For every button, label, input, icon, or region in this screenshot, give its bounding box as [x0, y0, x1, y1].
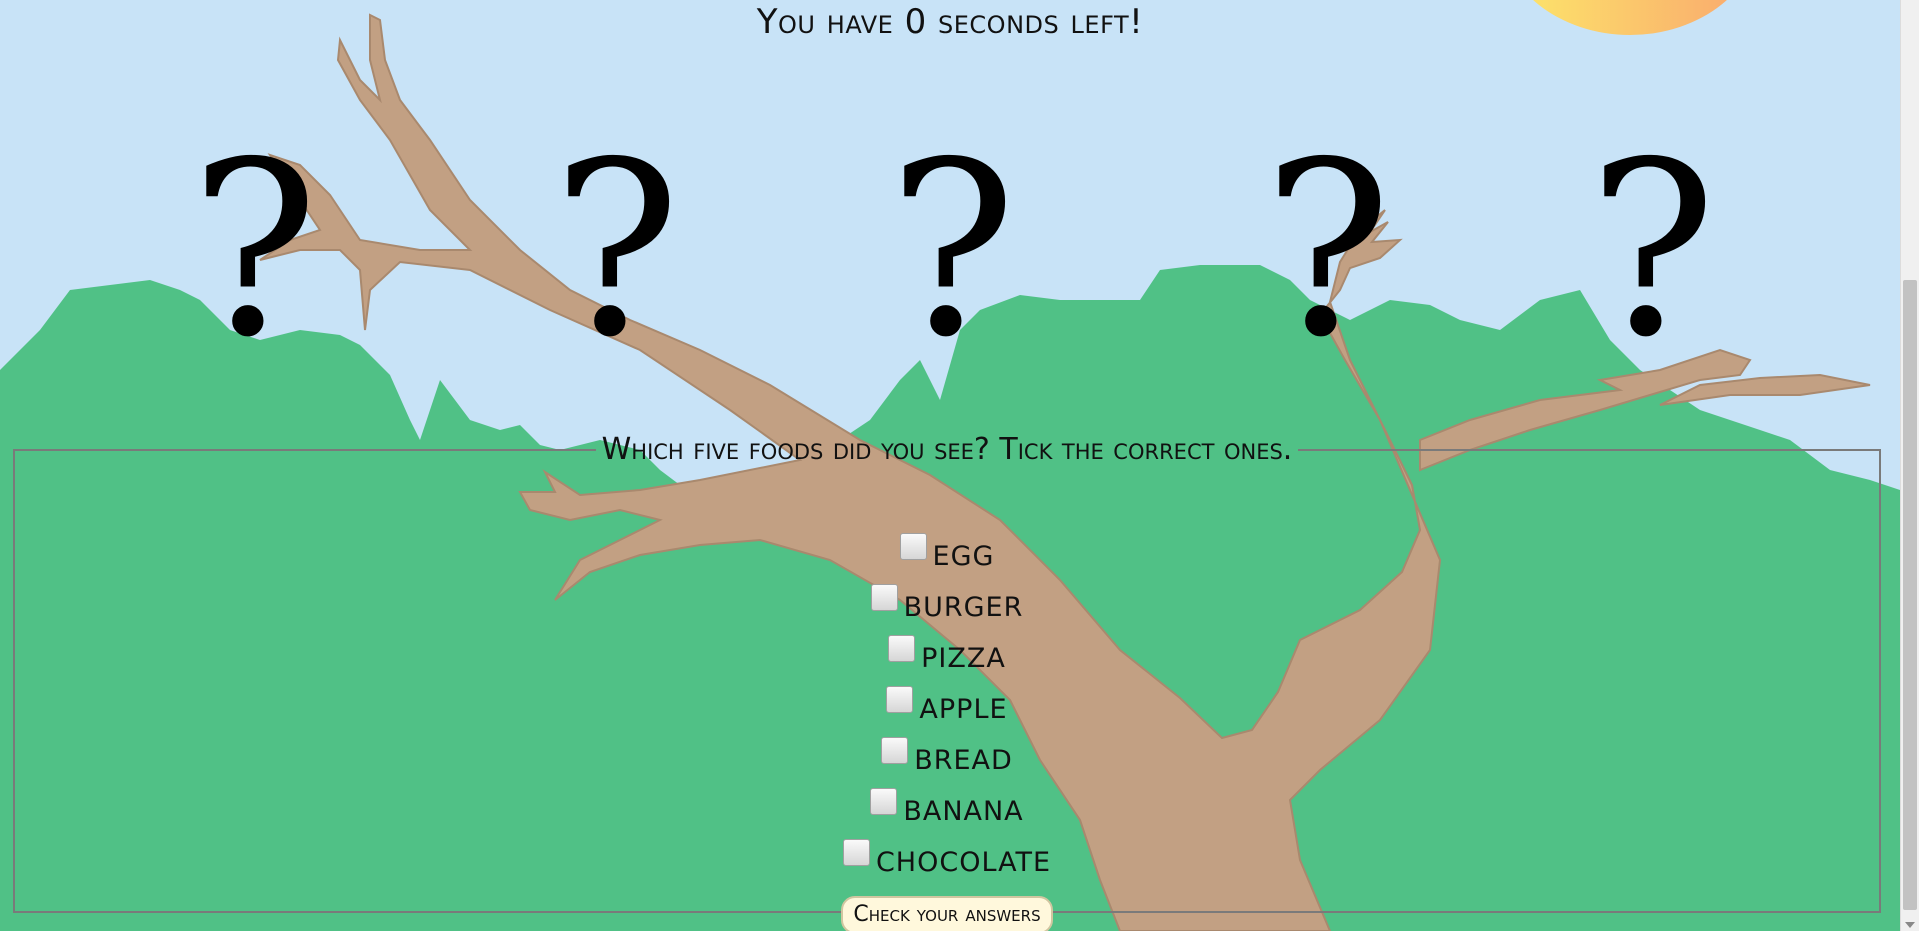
- option-banana[interactable]: BANANA: [15, 778, 1879, 829]
- submit-row: Check your answers: [15, 896, 1879, 931]
- apple-label[interactable]: APPLE: [919, 693, 1007, 727]
- banana-checkbox[interactable]: [870, 788, 898, 815]
- burger-label[interactable]: BURGER: [904, 591, 1024, 625]
- option-pizza[interactable]: PIZZA: [15, 625, 1879, 676]
- chocolate-checkbox[interactable]: [842, 839, 870, 866]
- egg-checkbox[interactable]: [899, 533, 927, 560]
- option-burger[interactable]: BURGER: [15, 574, 1879, 625]
- vertical-scrollbar[interactable]: [1900, 0, 1919, 931]
- option-egg[interactable]: EGG: [15, 523, 1879, 574]
- chocolate-label[interactable]: CHOCOLATE: [876, 846, 1051, 880]
- egg-label[interactable]: EGG: [933, 540, 995, 574]
- check-answers-button[interactable]: Check your answers: [841, 896, 1053, 931]
- pizza-label[interactable]: PIZZA: [921, 642, 1006, 676]
- hidden-food-question-mark: ?: [552, 110, 681, 390]
- scrollbar-thumb[interactable]: [1903, 280, 1917, 910]
- banana-label[interactable]: BANANA: [903, 795, 1023, 829]
- bread-label[interactable]: BREAD: [914, 744, 1013, 778]
- burger-checkbox[interactable]: [870, 584, 898, 611]
- food-options-list: EGG BURGER PIZZA APPLE BREAD BANANA CHOC…: [15, 523, 1879, 880]
- option-apple[interactable]: APPLE: [15, 676, 1879, 727]
- hidden-food-question-mark: ?: [190, 110, 319, 390]
- option-chocolate[interactable]: CHOCOLATE: [15, 829, 1879, 880]
- hidden-food-question-mark: ?: [1263, 110, 1392, 390]
- countdown-timer: You have 0 seconds left!: [756, 2, 1144, 42]
- apple-checkbox[interactable]: [886, 686, 914, 713]
- quiz-question: Which five foods did you see? Tick the c…: [601, 432, 1293, 467]
- food-quiz-fieldset: Which five foods did you see? Tick the c…: [13, 432, 1881, 931]
- scroll-down-arrow-icon[interactable]: [1905, 922, 1915, 928]
- option-bread[interactable]: BREAD: [15, 727, 1879, 778]
- pizza-checkbox[interactable]: [888, 635, 916, 662]
- bread-checkbox[interactable]: [881, 737, 909, 764]
- quiz-page: You have 0 seconds left! ? ? ? ? ? Which…: [0, 0, 1919, 931]
- hidden-food-question-mark: ?: [888, 110, 1017, 390]
- hidden-food-question-mark: ?: [1588, 110, 1717, 390]
